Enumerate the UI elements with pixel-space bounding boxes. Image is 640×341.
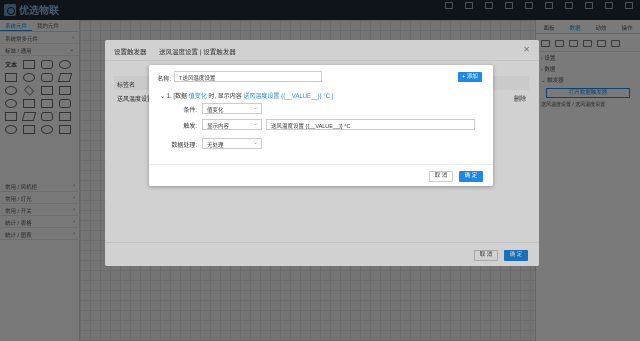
condition-select[interactable]: 值变化 bbox=[202, 103, 262, 114]
process-label: 数据处理: bbox=[171, 143, 197, 149]
rule-summary[interactable]: ⌄ 1. [数据 值变化 时, 显示内容 送风温度设置 {{__VALUE__}… bbox=[160, 91, 333, 100]
name-label: 名称: bbox=[157, 77, 171, 83]
trigger-edit-dialog: 名称: T送风温度设置 + 添加 ⌄ 1. [数据 值变化 时, 显示内容 送风… bbox=[149, 65, 493, 186]
process-select[interactable]: 无处理 bbox=[202, 138, 262, 149]
inner-confirm-button[interactable]: 确 定 bbox=[459, 171, 483, 182]
inner-cancel-button[interactable]: 取 消 bbox=[429, 171, 453, 182]
add-button[interactable]: + 添加 bbox=[458, 72, 482, 82]
content-input[interactable]: 送风温度设置 {{__VALUE__}} °C bbox=[266, 119, 475, 130]
chevron-down-icon: ⌄ bbox=[160, 94, 166, 100]
trigger-select[interactable]: 显示内容 bbox=[202, 119, 262, 130]
inner-dialog-title: 送风温度设置 | 设置触发器 bbox=[159, 49, 236, 56]
inner-dialog-footer: 取 消 确 定 bbox=[149, 164, 493, 186]
trigger-label: 触发: bbox=[183, 124, 197, 130]
name-input[interactable]: T送风温度设置 bbox=[174, 71, 322, 82]
condition-label: 条件: bbox=[183, 108, 197, 114]
